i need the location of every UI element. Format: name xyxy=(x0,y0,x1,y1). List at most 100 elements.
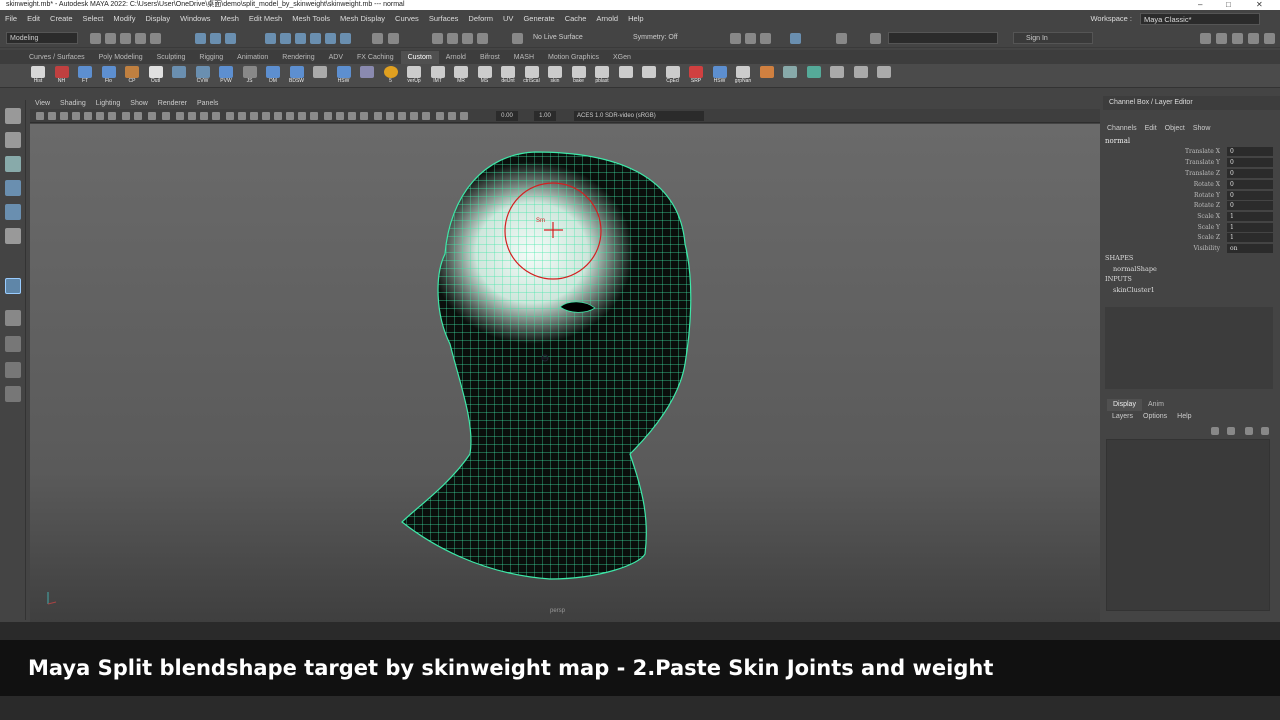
shelf-button[interactable] xyxy=(639,66,659,86)
live-surface-label[interactable]: No Live Surface xyxy=(533,32,583,44)
select-hierarchy-icon[interactable] xyxy=(195,33,206,44)
viewport-tool-icon[interactable] xyxy=(274,112,282,120)
shelf-tab-mash[interactable]: MASH xyxy=(507,51,541,65)
menu-file[interactable]: File xyxy=(0,10,22,28)
menu-generate[interactable]: Generate xyxy=(518,10,559,28)
viewport-tool-icon[interactable] xyxy=(410,112,418,120)
shape-node-item[interactable]: normalShape xyxy=(1113,265,1157,273)
shelf-tab-adv[interactable]: ADV xyxy=(322,51,350,65)
snap-view-icon[interactable] xyxy=(310,33,321,44)
tool-settings-icon[interactable] xyxy=(1232,33,1243,44)
exposure-field[interactable]: 1.00 xyxy=(534,111,556,121)
viewport-tool-icon[interactable] xyxy=(310,112,318,120)
attr-value[interactable]: 0 xyxy=(1227,191,1273,200)
menu-windows[interactable]: Windows xyxy=(175,10,215,28)
maximize-icon[interactable]: □ xyxy=(1226,0,1231,10)
shelf-button[interactable] xyxy=(169,66,189,86)
le-menu-layers[interactable]: Layers xyxy=(1107,411,1138,423)
shelf-button[interactable]: BDSW xyxy=(287,66,307,86)
shelf-button[interactable]: IMT xyxy=(428,66,448,86)
viewport-tool-icon[interactable] xyxy=(422,112,430,120)
shelf-tab-custom[interactable]: Custom xyxy=(400,51,439,65)
menu-edit-mesh[interactable]: Edit Mesh xyxy=(244,10,287,28)
save-scene-icon[interactable] xyxy=(120,33,131,44)
viewport-tool-icon[interactable] xyxy=(162,112,170,120)
shelf-button[interactable] xyxy=(616,66,636,86)
history-icon[interactable] xyxy=(372,33,383,44)
paint-select-tool-icon[interactable] xyxy=(5,156,21,172)
shelf-button[interactable] xyxy=(874,66,894,86)
attr-row[interactable]: Scale Z 1 xyxy=(1103,233,1280,243)
four-view-icon[interactable] xyxy=(5,336,21,352)
live-surface-icon[interactable] xyxy=(512,33,523,44)
shelf-button[interactable]: HSW xyxy=(334,66,354,86)
shelf-tab-rendering[interactable]: Rendering xyxy=(275,51,321,65)
render-frame-icon[interactable] xyxy=(432,33,443,44)
layer-list[interactable] xyxy=(1106,439,1270,611)
attribute-editor-icon[interactable] xyxy=(1216,33,1227,44)
outliner-layout-icon[interactable] xyxy=(5,386,21,402)
viewport-tool-icon[interactable] xyxy=(286,112,294,120)
viewport-tool-icon[interactable] xyxy=(360,112,368,120)
select-component-icon[interactable] xyxy=(225,33,236,44)
viewport-tool-icon[interactable] xyxy=(148,112,156,120)
viewport-tool-icon[interactable] xyxy=(188,112,196,120)
shelf-button[interactable] xyxy=(357,66,377,86)
move-tool-icon[interactable] xyxy=(5,180,21,196)
rotate-tool-icon[interactable] xyxy=(5,204,21,220)
shelf-tab-poly-modeling[interactable]: Poly Modeling xyxy=(92,51,150,65)
tab-anim[interactable]: Anim xyxy=(1142,399,1170,411)
viewport-tool-icon[interactable] xyxy=(374,112,382,120)
3d-viewport[interactable]: Sm persp xyxy=(30,124,1100,622)
lock-icon[interactable] xyxy=(388,33,399,44)
shelf-tab-animation[interactable]: Animation xyxy=(230,51,275,65)
render-settings-icon[interactable] xyxy=(462,33,473,44)
attr-row[interactable]: Rotate Z 0 xyxy=(1103,201,1280,211)
attr-row[interactable]: Scale Y 1 xyxy=(1103,223,1280,233)
shelf-button[interactable] xyxy=(827,66,847,86)
scale-tool-icon[interactable] xyxy=(5,228,21,244)
attr-row[interactable]: Rotate Y 0 xyxy=(1103,191,1280,201)
modeling-toolkit-icon[interactable] xyxy=(1264,33,1275,44)
viewport-tool-icon[interactable] xyxy=(250,112,258,120)
hypershade-icon[interactable] xyxy=(477,33,488,44)
viewport-tool-icon[interactable] xyxy=(212,112,220,120)
attr-value[interactable]: 0 xyxy=(1227,169,1273,178)
le-menu-help[interactable]: Help xyxy=(1172,411,1196,423)
menu-mesh[interactable]: Mesh xyxy=(216,10,244,28)
cb-menu-channels[interactable]: Channels xyxy=(1103,123,1141,135)
menu-set-dropdown[interactable]: Modeling xyxy=(6,32,78,44)
menu-help[interactable]: Help xyxy=(623,10,648,28)
snap-surface-icon[interactable] xyxy=(325,33,336,44)
shelf-tab-fx-caching[interactable]: FX Caching xyxy=(350,51,401,65)
viewport-tool-icon[interactable] xyxy=(298,112,306,120)
ipr-render-icon[interactable] xyxy=(447,33,458,44)
shelf-tab-sculpting[interactable]: Sculpting xyxy=(150,51,193,65)
workspace-dropdown[interactable]: Maya Classic* xyxy=(1140,13,1260,25)
shelf-button[interactable]: bake xyxy=(569,66,589,86)
head-mesh[interactable] xyxy=(390,144,710,594)
layer-move-up-icon[interactable] xyxy=(1211,427,1219,435)
shelf-button[interactable] xyxy=(851,66,871,86)
menu-surfaces[interactable]: Surfaces xyxy=(424,10,464,28)
viewport-tool-icon[interactable] xyxy=(336,112,344,120)
open-scene-icon[interactable] xyxy=(105,33,116,44)
attr-row[interactable]: Translate X 0 xyxy=(1103,147,1280,157)
shelf-button[interactable]: Flo xyxy=(99,66,119,86)
attr-row[interactable]: Visibility on xyxy=(1103,244,1280,254)
sign-in-button[interactable]: Sign In xyxy=(1013,32,1093,44)
attr-row[interactable]: Translate Y 0 xyxy=(1103,158,1280,168)
shelf-button[interactable]: FT xyxy=(75,66,95,86)
viewport-tool-icon[interactable] xyxy=(386,112,394,120)
viewport-tool-icon[interactable] xyxy=(60,112,68,120)
new-layer-icon[interactable] xyxy=(1245,427,1253,435)
shelf-button[interactable]: NH xyxy=(52,66,72,86)
viewport-canvas[interactable]: Sm xyxy=(30,124,1100,622)
viewport-tool-icon[interactable] xyxy=(176,112,184,120)
le-menu-options[interactable]: Options xyxy=(1138,411,1172,423)
attr-row[interactable]: Rotate X 0 xyxy=(1103,180,1280,190)
shelf-button[interactable]: PVW xyxy=(216,66,236,86)
viewport-tool-icon[interactable] xyxy=(460,112,468,120)
shelf-tab-arnold[interactable]: Arnold xyxy=(439,51,473,65)
viewport-tool-icon[interactable] xyxy=(436,112,444,120)
